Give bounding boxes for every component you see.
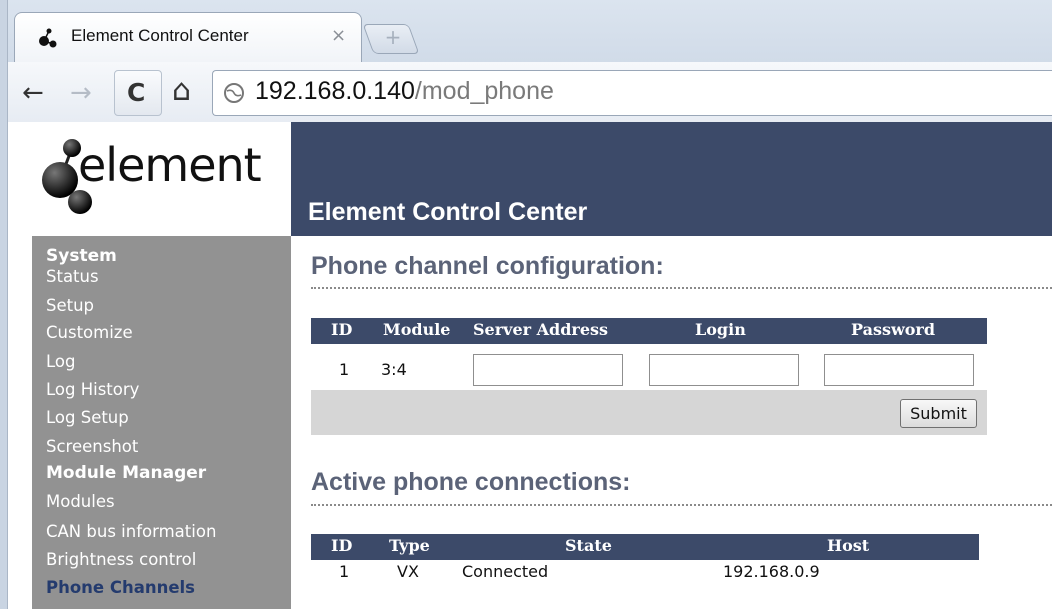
connection-row-type: VX: [397, 562, 419, 581]
divider: [311, 287, 1052, 289]
config-row-id: 1: [339, 360, 350, 379]
page: element Element Control Center System St…: [8, 122, 1052, 609]
column-header-id: ID: [331, 536, 353, 555]
sidebar-item-modules[interactable]: Modules: [46, 492, 115, 511]
browser-chrome: Element Control Center × + ← → C ⌂ 192.1…: [0, 0, 1052, 122]
sidebar-item-status[interactable]: Status: [46, 267, 99, 286]
login-input[interactable]: [649, 354, 799, 386]
address-bar[interactable]: 192.168.0.140/mod_phone: [212, 70, 1052, 116]
plus-icon: +: [384, 25, 402, 49]
reload-icon: C: [127, 78, 146, 107]
header-bar: Element Control Center: [291, 122, 1052, 236]
sidebar-section-system: System: [46, 246, 117, 266]
column-header-login: Login: [695, 320, 746, 339]
column-header-type: Type: [389, 536, 430, 555]
logo-text: element: [78, 138, 262, 192]
sidebar-item-can-bus-information[interactable]: CAN bus information: [46, 522, 216, 541]
sidebar-item-customize[interactable]: Customize: [46, 323, 133, 342]
logo: element: [8, 122, 291, 236]
url-host: 192.168.0.140: [255, 77, 415, 105]
reload-button[interactable]: C: [114, 70, 162, 116]
connection-row-host: 192.168.0.9: [723, 562, 820, 581]
sidebar-item-setup[interactable]: Setup: [46, 296, 94, 315]
column-header-host: Host: [827, 536, 870, 555]
sidebar-item-log-setup[interactable]: Log Setup: [46, 408, 129, 427]
submit-row: Submit: [311, 390, 987, 435]
main-content: Phone channel configuration: ID Module S…: [291, 236, 1052, 609]
sidebar: System Status Setup Customize Log Log Hi…: [32, 236, 291, 609]
column-header-password: Password: [851, 320, 936, 339]
column-header-module: Module: [383, 320, 451, 339]
globe-icon: [224, 83, 244, 103]
element-favicon-icon: [39, 28, 57, 48]
tab-title: Element Control Center: [71, 26, 249, 45]
config-table-header: ID Module Server Address Login Password: [311, 318, 987, 344]
connections-table-header: ID Type State Host: [311, 534, 979, 560]
connection-row-id: 1: [339, 562, 350, 581]
window-frame: [0, 0, 8, 609]
submit-button[interactable]: Submit: [900, 399, 977, 428]
divider: [311, 504, 1052, 506]
sidebar-item-screenshot[interactable]: Screenshot: [46, 437, 138, 456]
home-icon[interactable]: ⌂: [172, 76, 191, 106]
column-header-state: State: [565, 536, 612, 555]
active-connections-title: Active phone connections:: [311, 468, 631, 496]
sidebar-item-log-history[interactable]: Log History: [46, 380, 139, 399]
url-path: /mod_phone: [414, 77, 554, 105]
phone-config-title: Phone channel configuration:: [311, 252, 664, 280]
column-header-id: ID: [331, 320, 353, 339]
page-header-title: Element Control Center: [308, 198, 588, 226]
back-arrow-icon[interactable]: ←: [22, 78, 44, 108]
sidebar-item-log[interactable]: Log: [46, 352, 75, 371]
forward-arrow-icon[interactable]: →: [70, 78, 92, 108]
browser-toolbar: ← → C ⌂ 192.168.0.140/mod_phone: [0, 62, 1052, 122]
sidebar-item-brightness-control[interactable]: Brightness control: [46, 550, 196, 569]
config-row-module: 3:4: [381, 360, 407, 379]
close-tab-icon[interactable]: ×: [331, 25, 346, 46]
column-header-server-address: Server Address: [473, 320, 609, 339]
browser-tab[interactable]: Element Control Center ×: [14, 12, 362, 62]
connection-row-state: Connected: [462, 562, 549, 581]
sidebar-item-phone-channels[interactable]: Phone Channels: [46, 578, 195, 597]
server-address-input[interactable]: [473, 354, 623, 386]
password-input[interactable]: [824, 354, 974, 386]
sidebar-section-module-manager: Module Manager: [46, 463, 207, 483]
url-text: 192.168.0.140/mod_phone: [255, 77, 554, 106]
